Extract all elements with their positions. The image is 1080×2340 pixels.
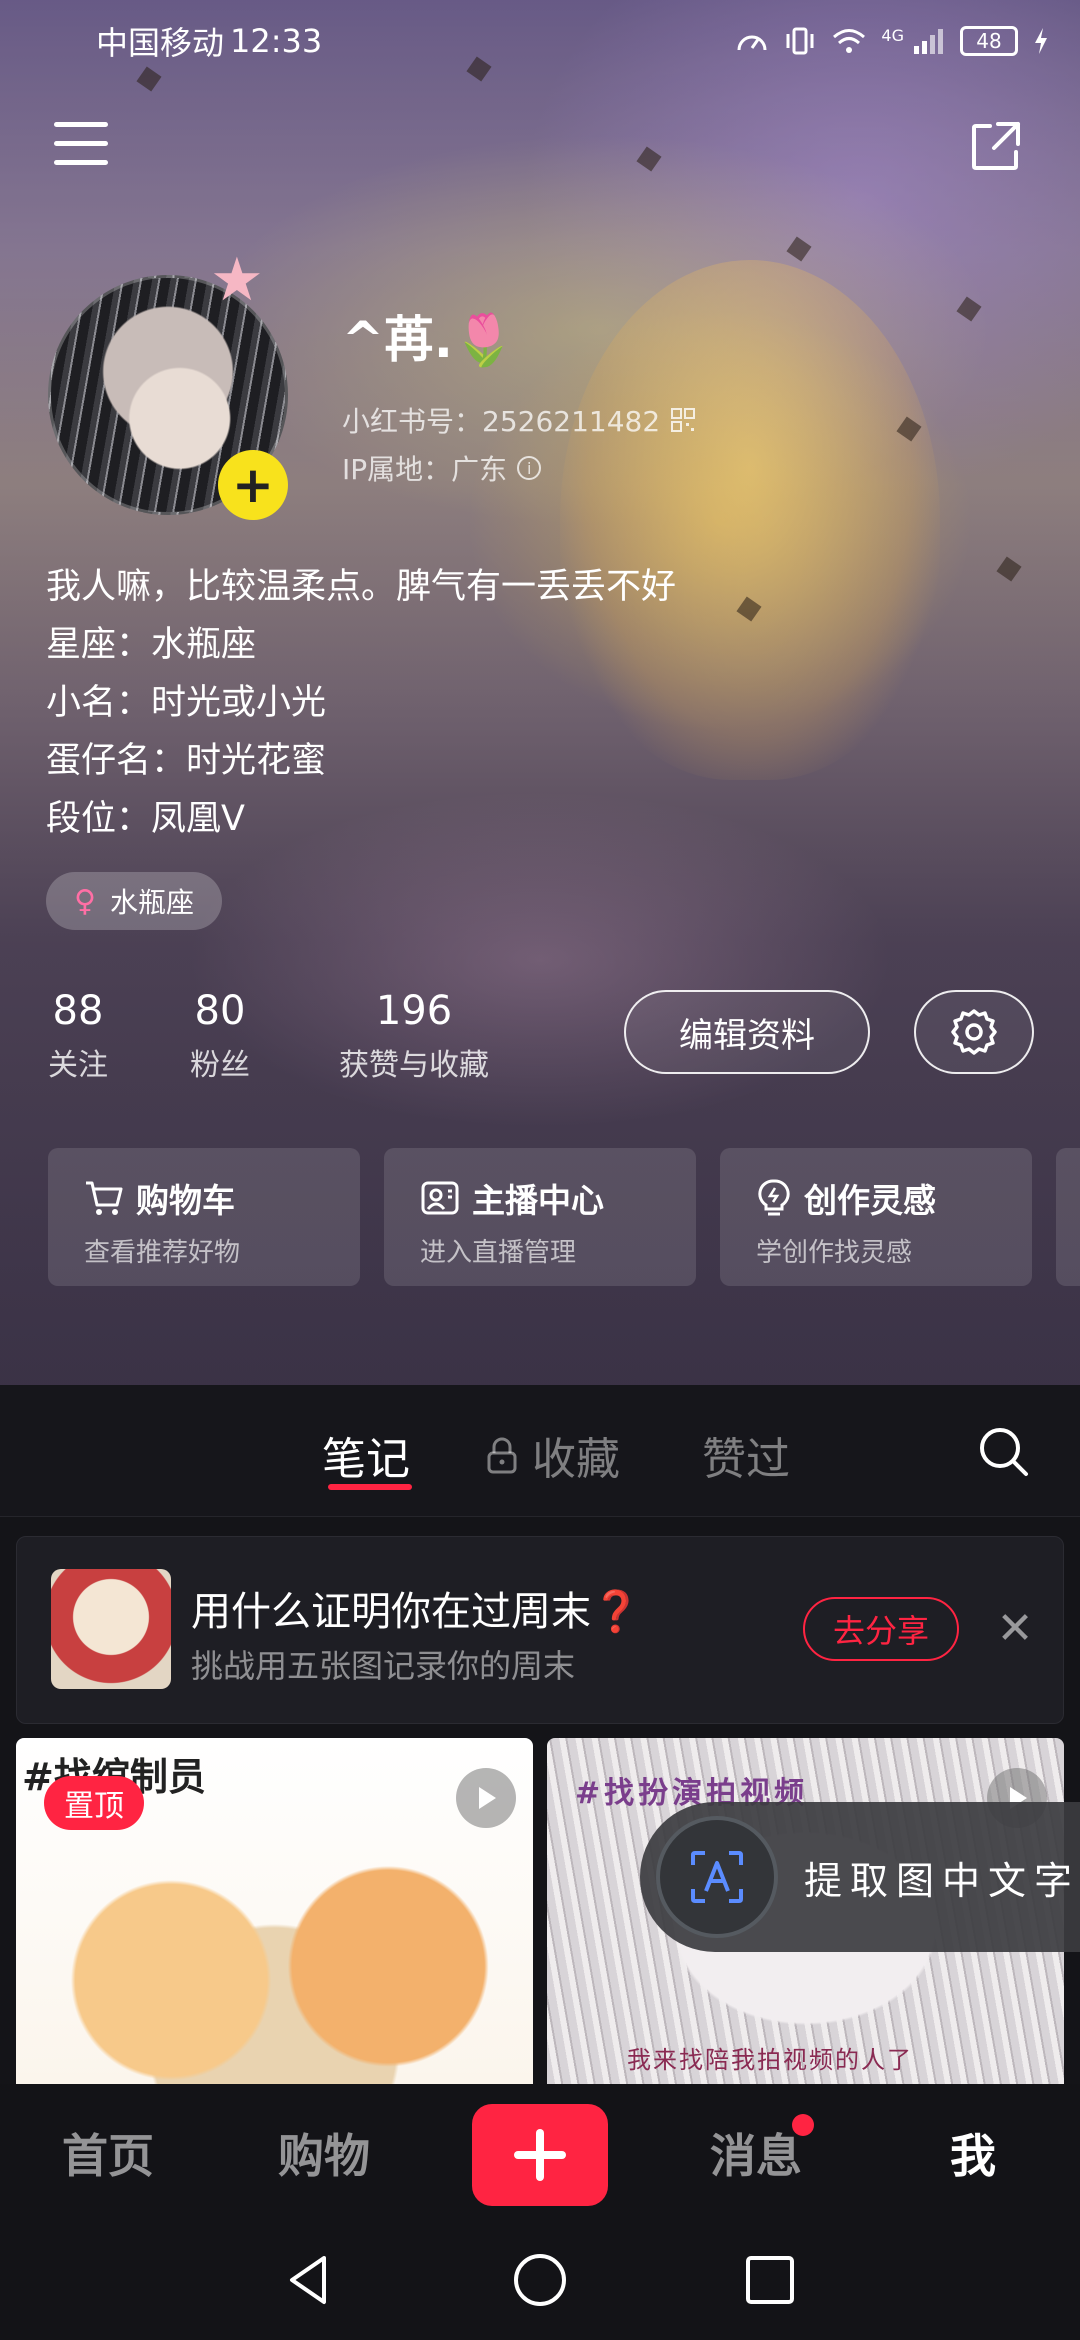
menu-icon[interactable] <box>54 122 110 178</box>
tab-liked[interactable]: 赞过 <box>702 1423 790 1487</box>
share-icon[interactable] <box>968 118 1024 174</box>
content-tabs: 笔记 收藏 赞过 <box>0 1385 1080 1517</box>
nav-home[interactable]: 首页 <box>62 2120 154 2186</box>
card-subtitle: 查看推荐好物 <box>84 1238 241 1268</box>
nickname: ^苒.🌷 <box>342 311 516 369</box>
bio-line: 小名：时光或小光 <box>46 683 327 723</box>
clock: 12:33 <box>230 22 323 60</box>
zodiac-tag[interactable]: ♀ 水瓶座 <box>46 872 222 930</box>
go-share-button[interactable]: 去分享 <box>803 1597 959 1661</box>
battery-indicator: 48 <box>960 26 1018 56</box>
text-recognition-icon <box>656 1816 778 1938</box>
network-type: 4G <box>881 26 904 45</box>
banner-subtitle: 挑战用五张图记录你的周末 <box>191 1647 576 1685</box>
nav-me[interactable]: 我 <box>950 2120 996 2186</box>
cart-icon <box>86 1181 123 1215</box>
recents-icon[interactable] <box>740 2250 800 2310</box>
lock-icon <box>487 1437 517 1474</box>
create-post-button[interactable] <box>472 2104 608 2206</box>
speed-icon <box>737 35 767 51</box>
likes-label: 获赞与收藏 <box>339 1048 489 1083</box>
card-subtitle: 进入直播管理 <box>420 1238 577 1268</box>
challenge-banner[interactable]: 用什么证明你在过周末❓ 挑战用五张图记录你的周末 去分享 ✕ <box>16 1536 1064 1724</box>
nav-messages[interactable]: 消息 <box>710 2120 802 2186</box>
note-card[interactable]: #找绾制员 置顶 <box>16 1738 533 2084</box>
likes-count: 196 <box>375 988 453 1034</box>
gear-icon <box>951 1009 997 1055</box>
female-icon: ♀ <box>74 883 96 919</box>
following-label: 关注 <box>48 1048 108 1083</box>
plus-icon <box>514 2129 566 2181</box>
banner-thumbnail <box>51 1569 171 1689</box>
info-icon[interactable]: i <box>517 456 542 480</box>
video-play-icon <box>456 1768 516 1828</box>
home-icon[interactable] <box>510 2250 570 2310</box>
system-navigation-bar <box>0 2220 1080 2340</box>
bulb-icon <box>758 1179 790 1216</box>
charging-icon <box>1035 28 1047 54</box>
carrier-label: 中国移动 <box>96 24 225 62</box>
qr-code-icon[interactable] <box>670 407 696 433</box>
extract-text-floating-button[interactable]: 提取图中文字 <box>640 1802 1080 1952</box>
status-bar: 中国移动 12:33 4G 48 <box>0 0 1080 82</box>
inspiration-card[interactable]: 创作灵感 学创作找灵感 <box>720 1148 1032 1286</box>
user-id-value: 2526211482 <box>482 405 661 438</box>
user-id: 小红书号：2526211482 <box>342 400 696 440</box>
bio-line: 段位：凤凰V <box>46 799 245 839</box>
close-icon[interactable]: ✕ <box>989 1603 1041 1655</box>
cart-card[interactable]: 购物车 查看推荐好物 <box>48 1148 360 1286</box>
vibrate-icon <box>786 27 814 55</box>
tab-label: 收藏 <box>532 1434 620 1485</box>
ip-value: 广东 <box>451 453 508 486</box>
followers-stat[interactable]: 80 粉丝 <box>188 988 252 1084</box>
streamer-center-card[interactable]: 主播中心 进入直播管理 <box>384 1148 696 1286</box>
tab-notes[interactable]: 笔记 <box>322 1423 410 1487</box>
tab-label: 笔记 <box>322 1434 410 1485</box>
likes-stat[interactable]: 196 获赞与收藏 <box>332 988 496 1084</box>
signal-icon <box>914 29 943 54</box>
card-title: 主播中心 <box>472 1181 604 1220</box>
nav-shopping[interactable]: 购物 <box>278 2120 370 2186</box>
bottom-navigation: 首页 购物 消息 我 <box>0 2084 1080 2220</box>
bio: 我人嘛，比较温柔点。脾气有一丢丢不好 星座：水瓶座 小名：时光或小光 蛋仔名：时… <box>46 558 676 848</box>
streamer-icon <box>421 1181 459 1215</box>
more-card[interactable] <box>1056 1148 1080 1286</box>
tab-collections[interactable]: 收藏 <box>484 1423 620 1487</box>
banner-title: 用什么证明你在过周末❓ <box>191 1589 641 1635</box>
bio-line: 星座：水瓶座 <box>46 625 257 665</box>
user-id-label: 小红书号： <box>342 405 483 438</box>
extract-text-label: 提取图中文字 <box>804 1858 1080 1903</box>
ip-location: IP属地：广东 i <box>342 448 542 488</box>
followers-count: 80 <box>194 988 246 1034</box>
card-title: 购物车 <box>136 1181 235 1220</box>
unread-dot <box>792 2114 814 2136</box>
bio-line: 我人嘛，比较温柔点。脾气有一丢丢不好 <box>46 567 677 607</box>
card-title: 创作灵感 <box>804 1181 936 1220</box>
add-story-button[interactable]: + <box>218 450 288 520</box>
following-stat[interactable]: 88 关注 <box>46 988 110 1084</box>
settings-button[interactable] <box>914 990 1034 1074</box>
note-caption: 我来找陪我拍视频的人了 <box>627 2046 913 2074</box>
pinned-badge: 置顶 <box>44 1776 144 1830</box>
followers-label: 粉丝 <box>190 1048 250 1083</box>
wifi-icon <box>833 29 866 53</box>
edit-profile-button[interactable]: 编辑资料 <box>624 990 870 1074</box>
active-tab-indicator <box>328 1484 412 1490</box>
zodiac-label: 水瓶座 <box>109 886 194 919</box>
card-subtitle: 学创作找灵感 <box>756 1238 913 1268</box>
ip-label: IP属地： <box>342 453 452 486</box>
tab-label: 赞过 <box>702 1434 790 1485</box>
bio-line: 蛋仔名：时光花蜜 <box>46 741 327 781</box>
search-icon[interactable] <box>974 1422 1034 1482</box>
sticker-star-icon: ★ <box>210 245 264 315</box>
following-count: 88 <box>52 988 104 1034</box>
back-icon[interactable] <box>280 2250 340 2310</box>
